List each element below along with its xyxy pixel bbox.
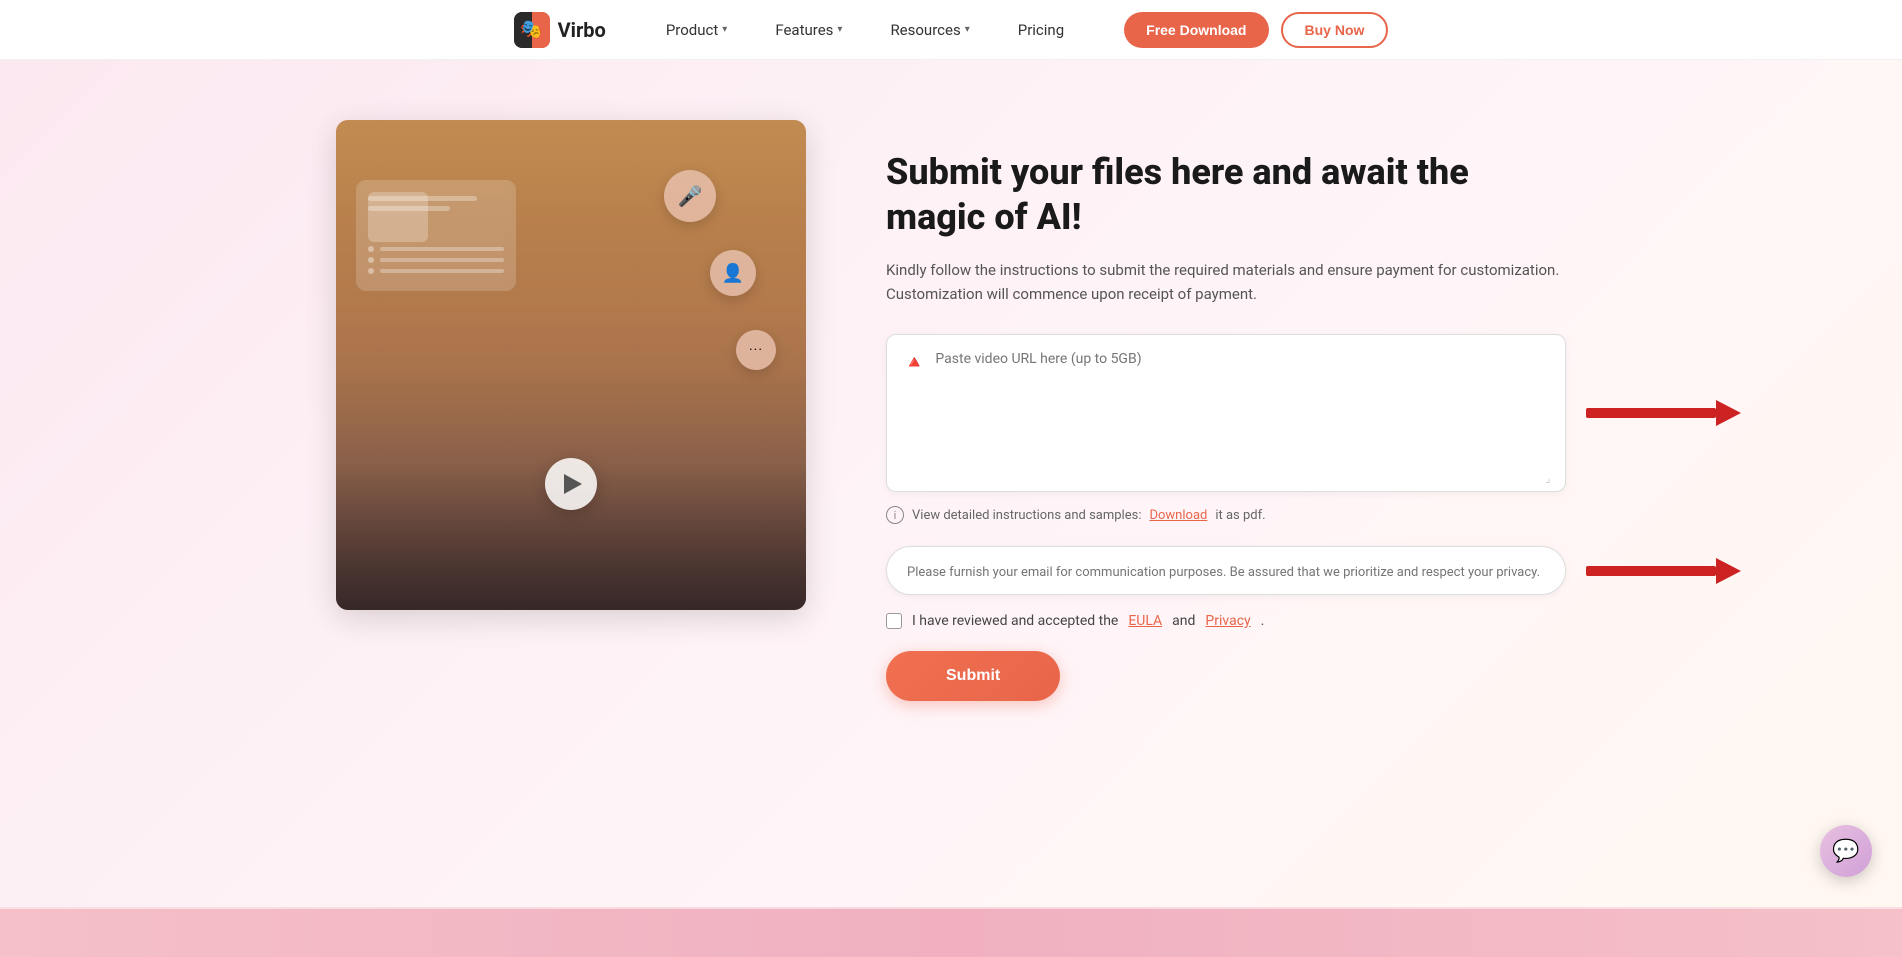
list-dot (368, 257, 374, 263)
main-content: 🎤 👤 ··· Submit your files here and await… (0, 60, 1902, 907)
free-download-button[interactable]: Free Download (1124, 12, 1268, 48)
list-bar (380, 258, 504, 262)
play-triangle-icon (564, 474, 582, 494)
chat-icon: 💬 (1832, 839, 1859, 864)
nav-pricing-label: Pricing (1018, 21, 1064, 39)
nav-item-product[interactable]: Product ▾ (658, 17, 735, 43)
google-drive-icon: 🔺 (903, 352, 925, 373)
info-suffix: it as pdf. (1215, 508, 1265, 523)
chevron-down-icon: ▾ (837, 24, 842, 35)
list-item (368, 268, 504, 274)
email-input-area (886, 546, 1566, 595)
buy-now-button[interactable]: Buy Now (1281, 12, 1389, 48)
right-panel: Submit your files here and await the mag… (886, 120, 1566, 701)
url-input[interactable] (935, 351, 1549, 431)
right-arrow-icon (1586, 553, 1741, 589)
doc-ui-overlay (356, 180, 516, 291)
form-subtitle: Kindly follow the instructions to submit… (886, 258, 1566, 306)
list-bar (380, 247, 504, 251)
right-arrow-icon (1586, 395, 1741, 431)
email-input[interactable] (907, 565, 1545, 580)
person-icon: 👤 (710, 250, 756, 296)
chevron-down-icon: ▾ (965, 24, 970, 35)
logo-area[interactable]: 🎭 Virbo (514, 12, 606, 48)
url-arrow-annotation (1586, 395, 1741, 431)
form-title: Submit your files here and await the mag… (886, 150, 1566, 240)
nav-item-features[interactable]: Features ▾ (767, 17, 850, 43)
url-input-inner: 🔺 (903, 351, 1549, 431)
eula-checkbox[interactable] (886, 613, 902, 629)
doc-image (368, 192, 428, 242)
left-panel: 🎤 👤 ··· (336, 120, 806, 610)
url-input-area: 🔺 ⌟ (886, 334, 1566, 492)
and-text: and (1172, 613, 1195, 629)
list-item (368, 257, 504, 263)
nav-item-pricing[interactable]: Pricing (1010, 17, 1072, 43)
checkbox-row: I have reviewed and accepted the EULA an… (886, 613, 1566, 629)
info-icon: i (886, 506, 904, 524)
nav-resources-label: Resources (890, 21, 960, 39)
more-icon: ··· (736, 330, 776, 370)
url-input-wrapper: 🔺 ⌟ (886, 334, 1566, 492)
logo-icon: 🎭 (514, 12, 550, 48)
list-dot (368, 246, 374, 252)
logo-text: Virbo (558, 18, 606, 42)
checkbox-label: I have reviewed and accepted the (912, 613, 1118, 629)
info-line: i View detailed instructions and samples… (886, 506, 1566, 524)
privacy-link[interactable]: Privacy (1205, 613, 1250, 629)
chat-bubble-button[interactable]: 💬 (1820, 825, 1872, 877)
resize-handle-icon: ⌟ (1545, 471, 1559, 485)
nav-buttons: Free Download Buy Now (1124, 12, 1388, 48)
list-dot (368, 268, 374, 274)
nav-product-label: Product (666, 21, 718, 39)
navbar: 🎭 Virbo Product ▾ Features ▾ Resources ▾… (0, 0, 1902, 60)
list-bar (380, 269, 504, 273)
email-arrow-annotation (1586, 553, 1741, 589)
list-item (368, 246, 504, 252)
microphone-icon: 🎤 (664, 170, 716, 222)
submit-button[interactable]: Submit (886, 651, 1060, 701)
eula-link[interactable]: EULA (1128, 613, 1162, 629)
chevron-down-icon: ▾ (722, 24, 727, 35)
bottom-strip (0, 907, 1902, 957)
doc-list (368, 246, 504, 274)
email-input-wrapper (886, 546, 1566, 595)
download-link[interactable]: Download (1149, 508, 1207, 523)
nav-features-label: Features (775, 21, 833, 39)
play-button[interactable] (545, 458, 597, 510)
info-text: View detailed instructions and samples: (912, 508, 1141, 523)
nav-item-resources[interactable]: Resources ▾ (882, 17, 977, 43)
video-container: 🎤 👤 ··· (336, 120, 806, 610)
checkbox-suffix: . (1261, 613, 1265, 629)
